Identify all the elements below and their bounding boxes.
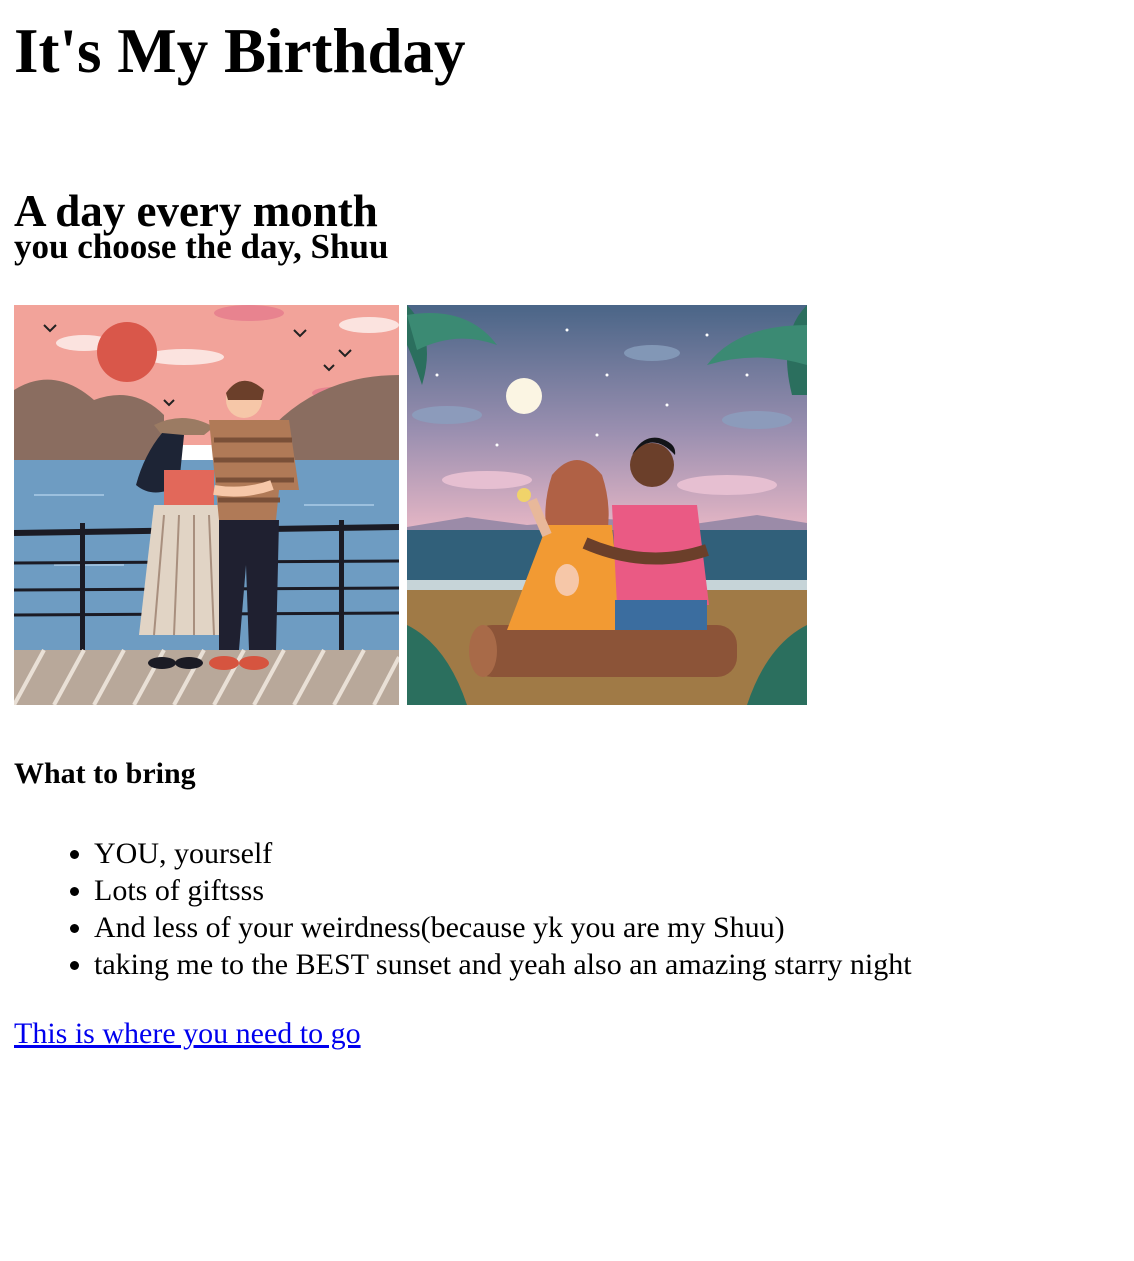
bring-list: YOU, yourself Lots of giftsss And less o… <box>0 835 912 983</box>
list-item: YOU, yourself <box>94 835 912 872</box>
image-row <box>14 305 807 705</box>
page-tagline: you choose the day, Shuu <box>14 227 389 266</box>
sunset-couple-image <box>14 305 399 705</box>
list-item: Lots of giftsss <box>94 872 912 909</box>
night-couple-image <box>407 305 807 705</box>
page-title: It's My Birthday <box>14 16 466 86</box>
destination-link[interactable]: This is where you need to go <box>14 1015 361 1052</box>
page-content: It's My Birthday A day every month you c… <box>0 15 1134 1050</box>
bring-heading: What to bring <box>14 757 196 790</box>
list-item: taking me to the BEST sunset and yeah al… <box>94 946 912 983</box>
list-item: And less of your weirdness(because yk yo… <box>94 909 912 946</box>
